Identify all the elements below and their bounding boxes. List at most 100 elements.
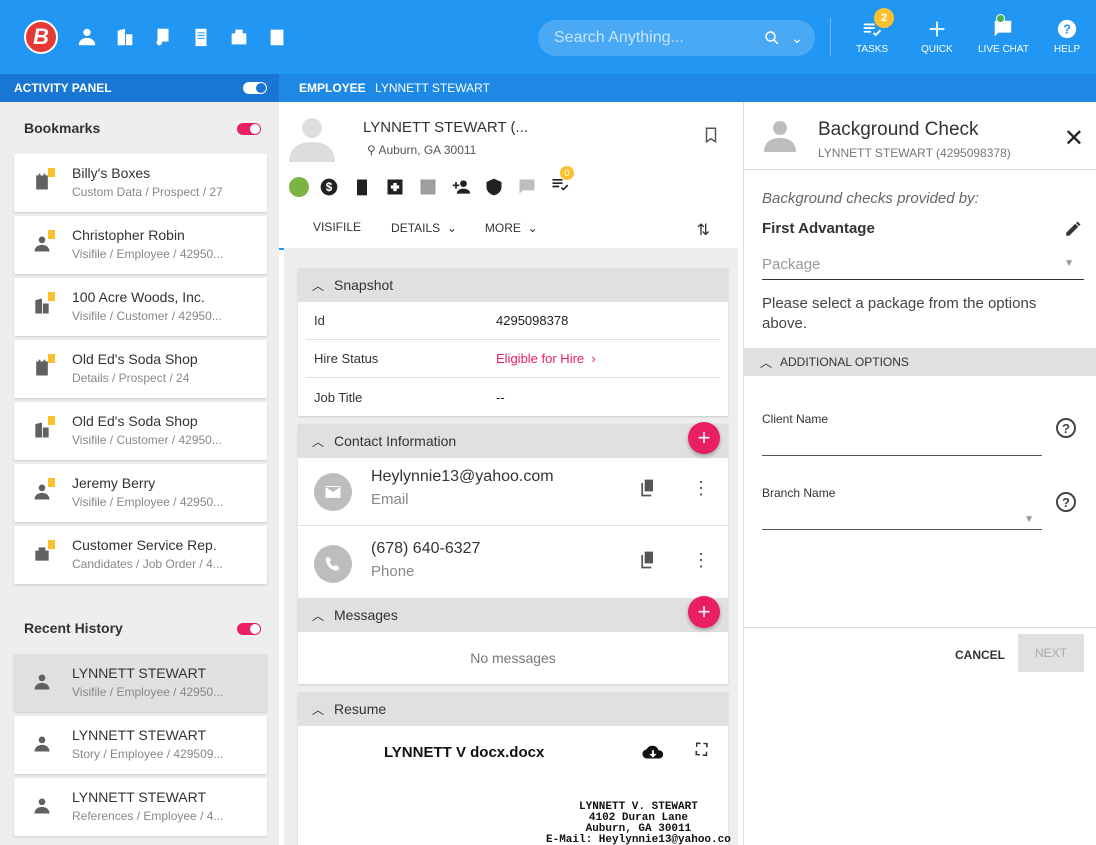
copy-icon[interactable] — [638, 478, 658, 503]
contact-row-phone: (678) 640-6327 Phone ⋮ — [298, 530, 728, 598]
email-icon — [325, 486, 341, 498]
next-button[interactable]: NEXT — [1018, 634, 1084, 672]
snapshot-key: Hire Status — [314, 351, 379, 366]
contact-nav-icon[interactable] — [144, 18, 182, 56]
activity-panel-label: ACTIVITY PANEL — [14, 81, 112, 95]
footer-divider — [744, 627, 1096, 628]
employee-name: LYNNETT STEWART (... — [363, 119, 529, 136]
list-item[interactable]: Christopher Robin Visifile / Employee / 4… — [14, 216, 267, 274]
global-search[interactable]: ⌄ — [538, 20, 815, 56]
list-item[interactable]: LYNNETT STEWART References / Employee / 4… — [14, 778, 267, 836]
e-verify-icon[interactable] — [418, 177, 438, 197]
contact-header[interactable]: ︿ Contact Information + — [298, 422, 728, 458]
location-pin-icon: ⚲ — [367, 143, 376, 157]
chevron-down-icon[interactable]: ⌄ — [791, 30, 803, 47]
tab-more[interactable]: MORE ⌄ — [471, 206, 552, 250]
job-order-nav-icon[interactable] — [220, 18, 258, 56]
tab-visifile[interactable]: VISIFILE — [279, 206, 378, 250]
list-item[interactable]: 100 Acre Woods, Inc. Visifile / Customer … — [14, 278, 267, 336]
employee-breadcrumb: EMPLOYEE LYNNETT STEWART — [279, 81, 490, 95]
list-item-subtitle: Details / Prospect / 24 — [72, 371, 190, 385]
activity-panel-toggle[interactable] — [243, 82, 267, 94]
cancel-button[interactable]: CANCEL — [955, 648, 1005, 662]
email-value[interactable]: Heylynnie13@yahoo.com — [371, 468, 554, 486]
resume-header[interactable]: ︿ Resume — [298, 692, 728, 726]
help-circle-icon[interactable]: ? — [1056, 418, 1076, 438]
medical-icon[interactable] — [385, 177, 405, 197]
phone-type: Phone — [371, 563, 415, 580]
list-item[interactable]: LYNNETT STEWART Visifile / Employee / 429… — [14, 654, 267, 712]
search-input[interactable] — [554, 29, 754, 47]
background-check-subtitle: LYNNETT STEWART (4295098378) — [818, 146, 1011, 160]
list-item[interactable]: Old Ed's Soda Shop Details / Prospect / 2… — [14, 340, 267, 398]
hire-status-link[interactable]: Eligible for Hire › — [496, 351, 596, 366]
breadcrumb-name[interactable]: LYNNETT STEWART — [375, 81, 490, 95]
add-contact-button[interactable]: + — [688, 422, 720, 454]
list-item[interactable]: LYNNETT STEWART Story / Employee / 429509… — [14, 716, 267, 774]
list-item-title: LYNNETT STEWART — [72, 665, 207, 681]
sort-icon[interactable]: ⇅ — [697, 220, 710, 240]
employee-nav-icon[interactable] — [68, 18, 106, 56]
status-dot[interactable] — [289, 176, 309, 197]
snapshot-panel: ︿ Snapshot Id 4295098378 Hire Status Eligib… — [298, 268, 728, 416]
list-item-title: LYNNETT STEWART — [72, 727, 207, 743]
bookmark-icon[interactable] — [702, 126, 720, 149]
package-select[interactable]: Package ▼ — [762, 250, 1084, 280]
list-item[interactable]: Old Ed's Soda Shop Visifile / Customer / … — [14, 402, 267, 460]
help-button[interactable]: ? HELP — [1054, 10, 1080, 55]
alerts-indicator[interactable]: 0 — [550, 166, 583, 199]
snapshot-row-hire-status: Hire Status Eligible for Hire › — [306, 340, 720, 378]
fullscreen-icon[interactable]: ⛶ — [696, 742, 707, 760]
message-icon[interactable] — [517, 177, 537, 197]
client-name-field[interactable]: Client Name — [762, 412, 1042, 456]
branch-name-field[interactable]: Branch Name ▼ — [762, 486, 1042, 530]
app-logo[interactable]: B — [24, 20, 58, 54]
contact-panel: ︿ Contact Information + Heylynnie13@yahoo… — [298, 422, 728, 598]
additional-options-header[interactable]: ︿ ADDITIONAL OPTIONS — [744, 348, 1096, 376]
quick-button[interactable]: QUICK — [921, 10, 953, 55]
resume-preview-text: LYNNETT V. STEWART 4102 Duran Lane Aubur… — [546, 801, 731, 845]
add-person-icon[interactable] — [451, 177, 471, 197]
visifile-content: ︿ Snapshot Id 4295098378 Hire Status Eligib… — [284, 248, 738, 845]
email-type: Email — [371, 491, 409, 508]
prospect-nav-icon[interactable] — [258, 18, 296, 56]
add-message-button[interactable]: + — [688, 596, 720, 628]
edit-pencil-icon[interactable] — [1064, 220, 1082, 243]
clipboard-icon[interactable] — [352, 177, 372, 197]
bookmarks-toggle[interactable] — [237, 123, 261, 135]
copy-icon[interactable] — [638, 550, 658, 575]
dropdown-arrow-icon: ▼ — [1024, 514, 1034, 525]
pay-icon[interactable]: $ — [319, 177, 339, 197]
additional-options-label: ADDITIONAL OPTIONS — [780, 355, 909, 369]
list-item[interactable]: Customer Service Rep. Candidates / Job Or… — [14, 526, 267, 584]
download-cloud-icon[interactable] — [642, 742, 664, 769]
phone-value[interactable]: (678) 640-6327 — [371, 540, 480, 558]
snapshot-row-job-title: Job Title -- — [306, 378, 720, 416]
messages-panel: ︿ Messages + No messages — [298, 596, 728, 684]
online-indicator — [996, 14, 1005, 23]
bookmark-flag-icon — [48, 354, 55, 363]
background-check-title: Background Check — [818, 119, 979, 140]
background-check-header: Background Check LYNNETT STEWART (429509… — [744, 102, 1096, 170]
main-nav — [68, 18, 296, 56]
customer-nav-icon[interactable] — [106, 18, 144, 56]
messages-header[interactable]: ︿ Messages + — [298, 596, 728, 632]
more-vert-icon[interactable]: ⋮ — [692, 550, 710, 571]
tab-details[interactable]: DETAILS ⌄ — [377, 206, 471, 250]
clipboard-nav-icon[interactable] — [182, 18, 220, 56]
list-item[interactable]: Billy's Boxes Custom Data / Prospect / 27 — [14, 154, 267, 212]
list-item[interactable]: Jeremy Berry Visifile / Employee / 42950.… — [14, 464, 267, 522]
recent-history-toggle[interactable] — [237, 623, 261, 635]
tasks-button[interactable]: 2 TASKS — [856, 8, 894, 55]
live-chat-button[interactable]: LIVE CHAT — [978, 10, 1029, 55]
search-icon[interactable] — [763, 29, 781, 52]
phone-avatar — [314, 545, 352, 583]
activity-panel: Bookmarks Billy's Boxes Custom Data / Pro… — [0, 102, 279, 845]
snapshot-header[interactable]: ︿ Snapshot — [298, 268, 728, 302]
close-icon[interactable]: ✕ — [1064, 124, 1084, 153]
more-vert-icon[interactable]: ⋮ — [692, 478, 710, 499]
shield-icon[interactable] — [484, 177, 504, 197]
help-circle-icon[interactable]: ? — [1056, 492, 1076, 512]
list-item-title: Christopher Robin — [72, 227, 185, 243]
provider-name: First Advantage — [762, 220, 875, 237]
